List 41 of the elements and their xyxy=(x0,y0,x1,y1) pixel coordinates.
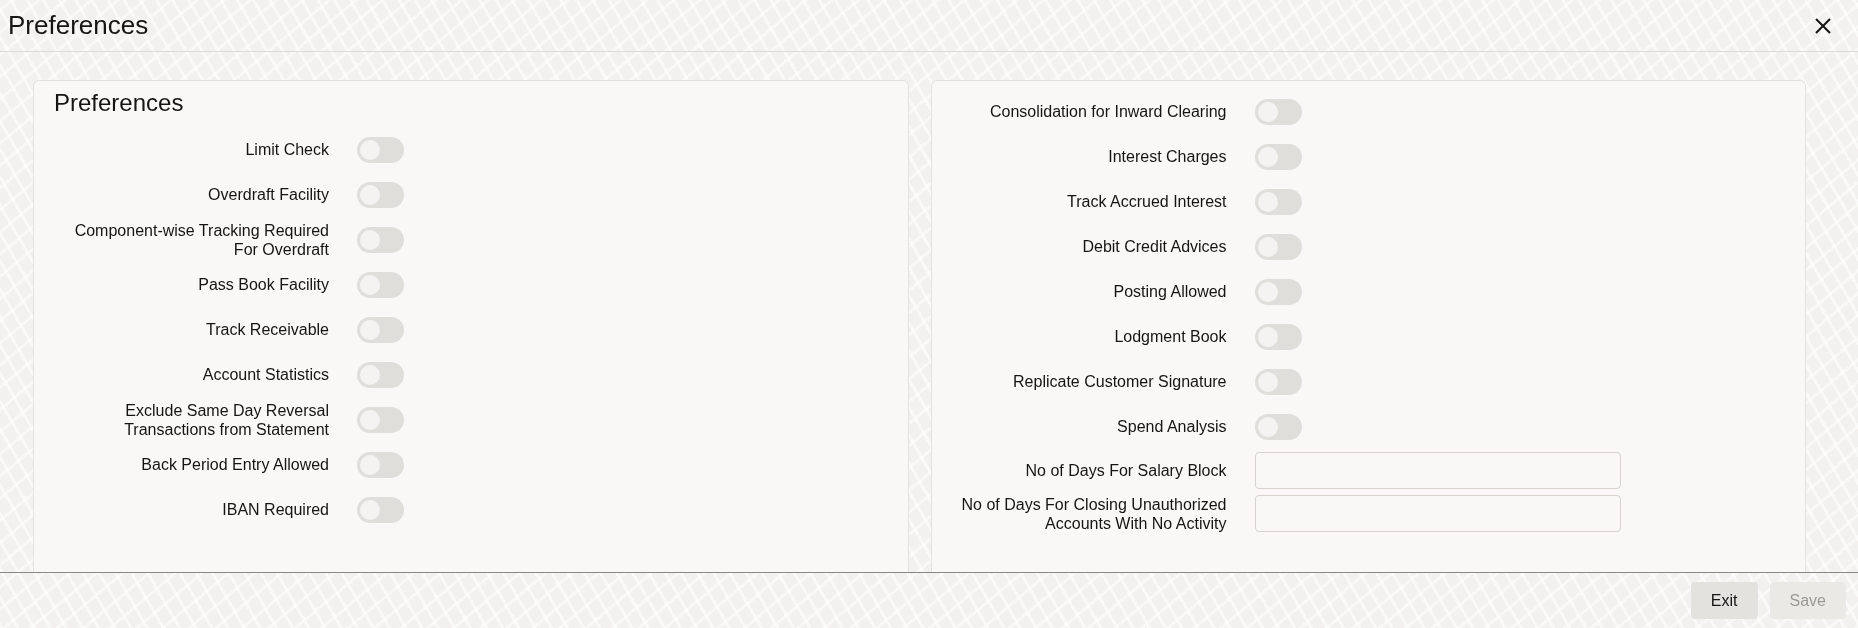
input-field[interactable] xyxy=(1254,452,1621,489)
toggle-switch[interactable] xyxy=(1254,323,1302,350)
toggle-switch[interactable] xyxy=(1254,98,1302,125)
field-label: Component-wise Tracking Required For Overdraft xyxy=(73,220,329,259)
field-label: No of Days For Closing Unauthorized Accounts With No Activity xyxy=(960,494,1227,533)
toggle-switch[interactable] xyxy=(357,316,404,343)
field-label: IBAN Required xyxy=(221,500,329,519)
field-label: Interest Charges xyxy=(1107,147,1227,166)
toggle-switch[interactable] xyxy=(1254,188,1302,215)
field-label: Limit Check xyxy=(244,140,329,159)
field-label: Pass Book Facility xyxy=(197,275,329,294)
field-label: Track Accrued Interest xyxy=(1066,192,1227,211)
toggle-switch[interactable] xyxy=(357,136,404,163)
footer-button[interactable]: Exit xyxy=(1690,582,1758,619)
toggle-switch[interactable] xyxy=(1254,233,1302,260)
toggle-switch[interactable] xyxy=(357,181,404,208)
toggle-switch[interactable] xyxy=(1254,143,1302,170)
field-label: Overdraft Facility xyxy=(207,185,329,204)
input-field[interactable] xyxy=(1254,495,1621,532)
toggle-switch[interactable] xyxy=(357,496,404,523)
field-label: Track Receivable xyxy=(205,320,329,339)
field-label: Posting Allowed xyxy=(1112,282,1227,301)
field-label: Lodgment Book xyxy=(1113,327,1227,346)
section-heading: Preferences xyxy=(54,89,185,117)
toggle-switch[interactable] xyxy=(357,451,404,478)
toggle-switch[interactable] xyxy=(357,406,404,433)
field-label: Debit Credit Advices xyxy=(1081,237,1227,256)
toggle-switch[interactable] xyxy=(1254,368,1302,395)
field-label: Replicate Customer Signature xyxy=(1012,372,1227,391)
field-label: No of Days For Salary Block xyxy=(1024,461,1227,480)
toggle-switch[interactable] xyxy=(1254,278,1302,305)
toggle-switch[interactable] xyxy=(1254,413,1302,440)
field-label: Back Period Entry Allowed xyxy=(140,455,329,474)
toggle-switch[interactable] xyxy=(357,271,404,298)
window-title: Preferences xyxy=(8,10,149,41)
field-label: Spend Analysis xyxy=(1116,417,1227,436)
field-label: Exclude Same Day Reversal Transactions from Statement xyxy=(123,400,329,439)
field-label: Consolidation for Inward Clearing xyxy=(988,102,1227,121)
toggle-switch[interactable] xyxy=(357,361,404,388)
field-label: Account Statistics xyxy=(201,365,329,384)
toggle-switch[interactable] xyxy=(357,226,404,253)
